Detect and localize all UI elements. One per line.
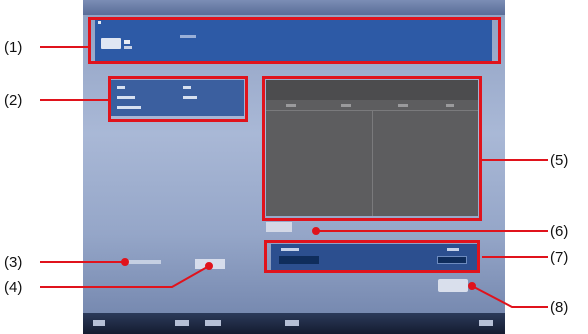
leader-lines xyxy=(40,46,548,308)
callout-label-5: (5) xyxy=(550,152,569,169)
callout-label-6: (6) xyxy=(550,223,569,240)
callout-label-2: (2) xyxy=(4,92,23,109)
callout-label-3: (3) xyxy=(4,254,23,271)
callout-label-4: (4) xyxy=(4,279,23,296)
callout-label-7: (7) xyxy=(550,249,569,266)
callout-label-1: (1) xyxy=(4,39,23,56)
callout-label-8: (8) xyxy=(550,299,569,316)
